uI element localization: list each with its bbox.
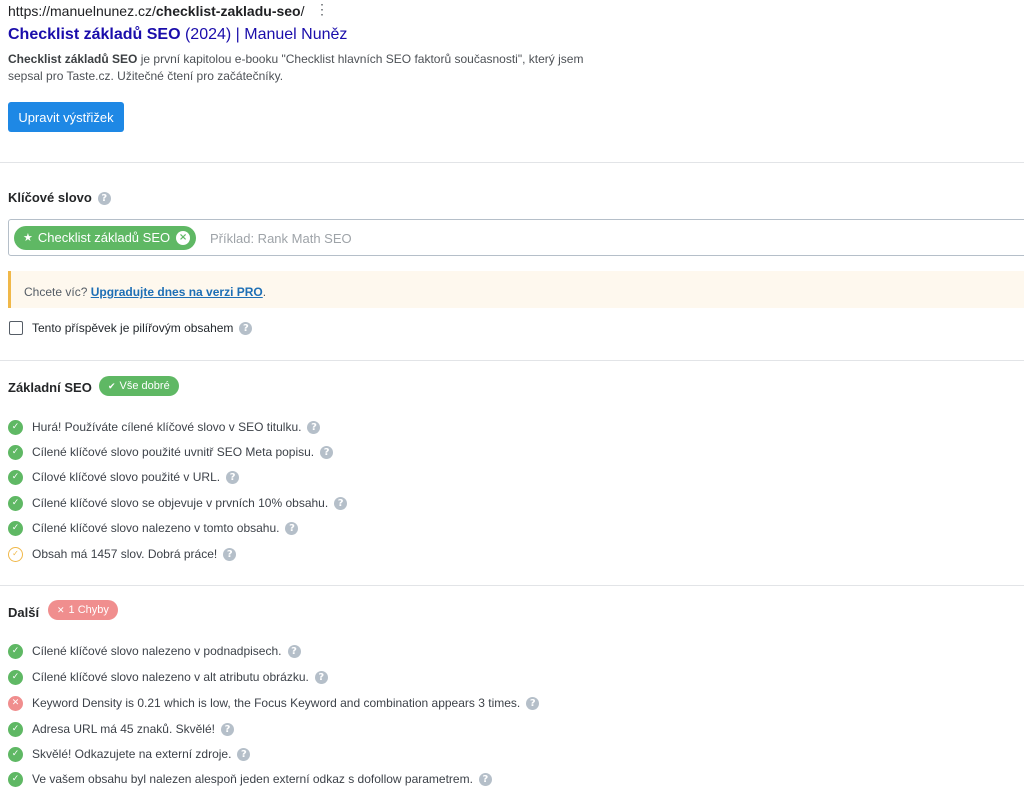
keyword-tag[interactable]: ★ Checklist základů SEO ×	[14, 226, 197, 250]
check-circle-icon: ✓	[8, 721, 23, 737]
check-circle-outline-icon: ✓	[8, 546, 23, 562]
test-text: Cílené klíčové slovo použité uvnitř SEO …	[32, 445, 315, 459]
test-text: Cílené klíčové slovo nalezeno v podnadpi…	[32, 644, 282, 658]
notice-prefix: Chcete víc?	[24, 285, 91, 299]
star-icon: ★	[23, 231, 33, 244]
help-icon[interactable]: ?	[287, 644, 301, 658]
x-circle-icon: ✕	[8, 695, 23, 711]
help-icon[interactable]: ?	[223, 547, 237, 561]
divider	[0, 360, 1024, 361]
test-text: Obsah má 1457 slov. Dobrá práce!	[32, 547, 218, 561]
status-badge-errors: ✕ 1 Chyby	[48, 600, 118, 620]
keyword-tag-label: Checklist základů SEO	[37, 230, 171, 245]
check-circle-icon: ✓	[8, 419, 23, 435]
test-row: ✓ Cílené klíčové slovo nalezeno v podnadp…	[8, 642, 301, 660]
divider	[0, 585, 1024, 586]
divider	[0, 162, 1024, 163]
test-row: ✓ Cílené klíčové slovo se objevuje v prvn…	[8, 494, 348, 512]
help-icon[interactable]: ?	[307, 420, 321, 434]
badge-label: 1 Chyby	[68, 604, 109, 616]
test-row: ✓ Ve vašem obsahu byl nalezen alespoň jed…	[8, 770, 492, 788]
check-circle-icon: ✓	[8, 444, 23, 460]
help-icon[interactable]: ?	[320, 445, 334, 459]
pillar-content-label: Tento příspěvek je pilířovým obsahem	[32, 321, 234, 335]
test-row: ✓ Cílené klíčové slovo použité uvnitř SEO…	[8, 443, 334, 461]
check-circle-icon: ✓	[8, 669, 23, 685]
check-circle-icon: ✓	[8, 771, 23, 787]
serp-url: https://manuelnunez.cz/checklist-zakladu…	[8, 3, 305, 19]
check-circle-icon: ✓	[8, 643, 23, 659]
pillar-content-checkbox[interactable]	[9, 321, 23, 335]
upgrade-notice-text: Chcete víc? Upgradujte dnes na verzi PRO…	[24, 285, 266, 299]
pillar-content-label-row: Tento příspěvek je pilířovým obsahem?	[32, 321, 253, 336]
test-text: Ve vašem obsahu byl nalezen alespoň jede…	[32, 772, 473, 786]
check-circle-icon: ✓	[8, 469, 23, 485]
help-icon[interactable]: ?	[334, 496, 348, 510]
badge-label: Vše dobré	[119, 380, 170, 392]
test-row: ✓ Adresa URL má 45 znaků. Skvělé!?	[8, 720, 234, 738]
status-badge-good: ✔ Vše dobré	[99, 376, 179, 396]
more-options-icon[interactable]: ⋮	[315, 1, 329, 18]
focus-keyword-input[interactable]	[210, 227, 810, 249]
test-text: Keyword Density is 0.21 which is low, th…	[32, 696, 521, 710]
test-row: ✓ Cílové klíčové slovo použité v URL.?	[8, 468, 240, 486]
serp-title-keyword: Checklist základů SEO	[8, 26, 181, 43]
notice-suffix: .	[262, 285, 267, 299]
test-text: Cílené klíčové slovo se objevuje v první…	[32, 496, 329, 510]
help-icon[interactable]: ?	[285, 521, 299, 535]
check-circle-icon: ✓	[8, 495, 23, 511]
serp-description: Checklist základů SEO je první kapitolou…	[8, 51, 608, 85]
help-icon[interactable]: ?	[97, 192, 111, 206]
help-icon[interactable]: ?	[220, 722, 234, 736]
test-text: Hurá! Používáte cílené klíčové slovo v S…	[32, 420, 302, 434]
test-row: ✕ Keyword Density is 0.21 which is low, t…	[8, 694, 540, 712]
x-icon: ✕	[57, 606, 65, 616]
remove-keyword-icon[interactable]: ×	[176, 231, 191, 245]
help-icon[interactable]: ?	[526, 696, 540, 710]
test-text: Skvělé! Odkazujete na externí zdroje.	[32, 747, 232, 761]
upgrade-link[interactable]: Upgradujte dnes na verzi PRO	[91, 285, 263, 299]
test-row: ✓ Obsah má 1457 slov. Dobrá práce!?	[8, 545, 237, 563]
focus-keyword-label: Klíčové slovo	[8, 190, 92, 205]
check-circle-icon: ✓	[8, 520, 23, 536]
test-text: Adresa URL má 45 znaků. Skvělé!	[32, 722, 215, 736]
help-icon[interactable]: ?	[314, 670, 328, 684]
test-row: ✓ Cílené klíčové slovo nalezeno v alt atr…	[8, 668, 328, 686]
check-icon: ✔	[108, 382, 116, 392]
help-icon[interactable]: ?	[237, 747, 251, 761]
check-circle-icon: ✓	[8, 746, 23, 762]
focus-keyword-label-row: Klíčové slovo?	[8, 190, 111, 206]
edit-snippet-button[interactable]: Upravit výstřižek	[8, 102, 124, 132]
section-title-additional: Další	[8, 605, 40, 620]
serp-desc-keyword: Checklist základů SEO	[8, 52, 138, 66]
test-text: Cílené klíčové slovo nalezeno v tomto ob…	[32, 521, 280, 535]
serp-title: Checklist základů SEO (2024) | Manuel Nu…	[8, 26, 347, 44]
test-row: ✓ Cílené klíčové slovo nalezeno v tomto o…	[8, 519, 299, 537]
help-icon[interactable]: ?	[239, 322, 253, 336]
help-icon[interactable]: ?	[226, 470, 240, 484]
test-text: Cílené klíčové slovo nalezeno v alt atri…	[32, 670, 309, 684]
help-icon[interactable]: ?	[478, 772, 492, 786]
test-row: ✓ Hurá! Používáte cílené klíčové slovo v …	[8, 418, 321, 436]
serp-url-tail: /	[300, 3, 305, 19]
serp-title-rest: (2024) | Manuel Nuněz	[180, 26, 348, 43]
test-row: ✓ Skvělé! Odkazujete na externí zdroje.?	[8, 745, 251, 763]
section-title-basic-seo: Základní SEO	[8, 380, 92, 395]
test-text: Cílové klíčové slovo použité v URL.	[32, 470, 221, 484]
serp-url-slug: checklist-zakladu-seo	[155, 3, 301, 19]
serp-url-base: https://manuelnunez.cz/	[8, 3, 156, 19]
